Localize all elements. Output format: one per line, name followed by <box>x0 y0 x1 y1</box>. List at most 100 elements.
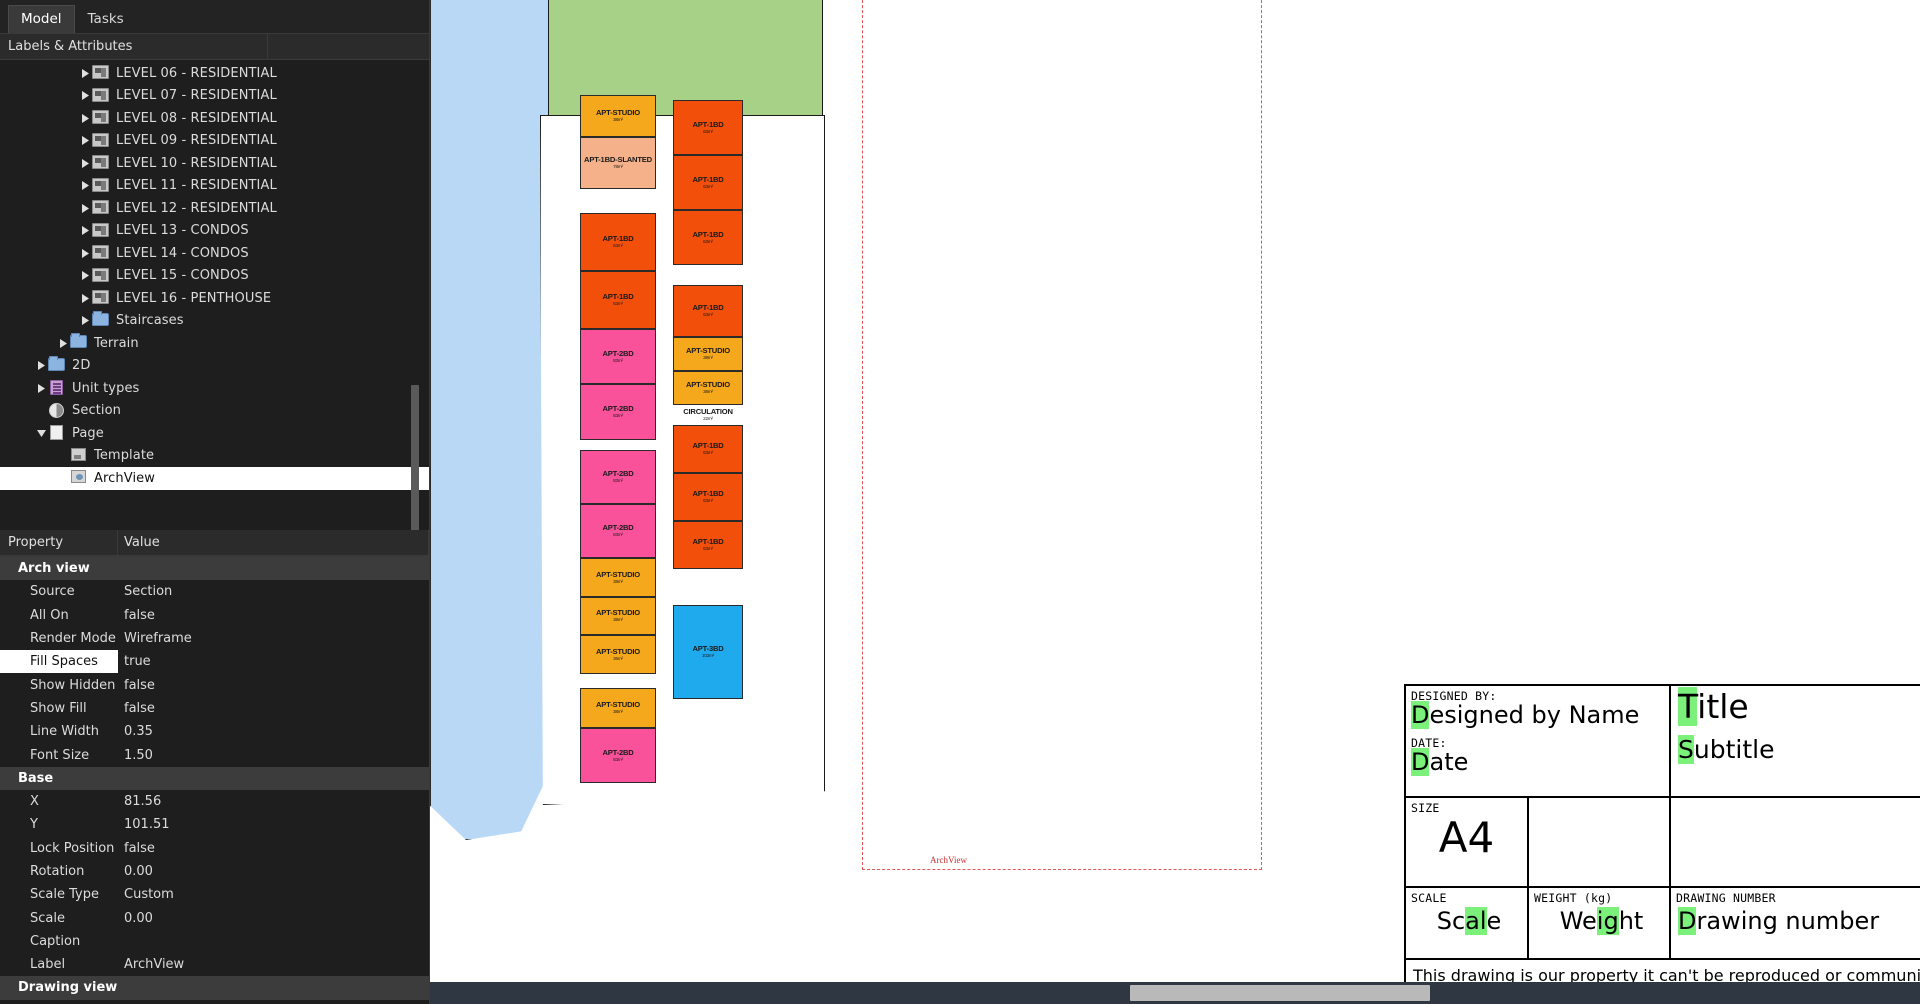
property-row[interactable]: Rotation 0.00 <box>0 860 429 883</box>
property-value[interactable]: 0.35 <box>118 724 429 739</box>
property-row[interactable]: Source Section <box>0 580 429 603</box>
property-row[interactable]: Editable Te...[] <box>0 1000 429 1004</box>
apartment-unit[interactable]: APT-1BD 63m² <box>580 271 656 329</box>
property-row[interactable]: Show Hidden false <box>0 673 429 696</box>
property-row[interactable]: Scale 0.00 <box>0 906 429 929</box>
chevron-right-icon[interactable] <box>34 377 48 399</box>
apartment-unit[interactable]: APT-1BD 63m² <box>673 473 743 521</box>
tree-item-level-07-residential[interactable]: LEVEL 07 - RESIDENTIAL <box>0 85 429 108</box>
apartment-unit[interactable]: APT-STUDIO 38m² <box>580 95 656 137</box>
weight-value[interactable]: Weight <box>1529 905 1669 935</box>
tree-item-level-11-residential[interactable]: LEVEL 11 - RESIDENTIAL <box>0 175 429 198</box>
property-value[interactable]: false <box>118 841 429 856</box>
designed-by-cell[interactable]: DESIGNED BY: Designed by Name DATE: Date <box>1406 686 1671 798</box>
property-row[interactable]: All On false <box>0 604 429 627</box>
scale-value[interactable]: Scale <box>1406 905 1527 935</box>
tree-scrollbar-thumb[interactable] <box>411 385 419 530</box>
chevron-right-icon[interactable] <box>78 85 92 107</box>
apartment-unit[interactable]: APT-1BD 63m² <box>580 213 656 271</box>
property-row[interactable]: Line Width 0.35 <box>0 720 429 743</box>
apartment-unit[interactable]: APT-1BD 63m² <box>673 285 743 337</box>
weight-cell[interactable]: WEIGHT (kg) Weight <box>1529 888 1671 960</box>
property-value[interactable]: 0.00 <box>118 864 429 879</box>
property-row[interactable]: X 81.56 <box>0 790 429 813</box>
tree-item-terrain[interactable]: Terrain <box>0 332 429 355</box>
tree-item-page[interactable]: Page <box>0 422 429 445</box>
chevron-right-icon[interactable] <box>78 152 92 174</box>
designed-by-value[interactable]: Designed by Name <box>1406 701 1669 729</box>
apartment-unit[interactable]: APT-2BD 83m² <box>580 450 656 504</box>
property-column-header-value[interactable]: Value <box>118 529 429 556</box>
chevron-right-icon[interactable] <box>78 62 92 84</box>
chevron-down-icon[interactable] <box>34 422 48 444</box>
apartment-unit[interactable]: APT-2BD 83m² <box>580 728 656 783</box>
chevron-right-icon[interactable] <box>78 287 92 309</box>
property-row[interactable]: Show Fill false <box>0 697 429 720</box>
chevron-right-icon[interactable] <box>78 107 92 129</box>
size-blank-cell-2[interactable] <box>1671 798 1920 888</box>
tree-item-staircases[interactable]: Staircases <box>0 310 429 333</box>
property-value[interactable]: 101.51 <box>118 817 429 832</box>
apartment-unit[interactable]: APT-STUDIO 38m² <box>580 688 656 728</box>
property-row[interactable]: Label ArchView <box>0 953 429 976</box>
tab-tasks[interactable]: Tasks <box>75 5 137 33</box>
tree-item-level-06-residential[interactable]: LEVEL 06 - RESIDENTIAL <box>0 62 429 85</box>
property-row[interactable]: Caption <box>0 930 429 953</box>
tree-item-level-08-residential[interactable]: LEVEL 08 - RESIDENTIAL <box>0 107 429 130</box>
property-row[interactable]: Drawing view <box>0 976 429 1000</box>
chevron-right-icon[interactable] <box>78 242 92 264</box>
date-value[interactable]: Date <box>1406 748 1669 777</box>
apartment-unit[interactable]: CIRCULATION 22m² <box>673 405 743 425</box>
property-value[interactable]: 1.50 <box>118 748 429 763</box>
size-blank-cell-1[interactable] <box>1529 798 1671 888</box>
property-row[interactable]: Lock Position false <box>0 837 429 860</box>
chevron-right-icon[interactable] <box>78 220 92 242</box>
chevron-right-icon[interactable] <box>78 175 92 197</box>
property-value[interactable]: false <box>118 608 429 623</box>
chevron-right-icon[interactable] <box>78 265 92 287</box>
apartment-unit[interactable]: APT-3BD 102m² <box>673 605 743 699</box>
tree-item-level-10-residential[interactable]: LEVEL 10 - RESIDENTIAL <box>0 152 429 175</box>
tree-column-header-labels[interactable]: Labels & Attributes <box>0 33 268 60</box>
property-value[interactable]: false <box>118 701 429 716</box>
apartment-unit[interactable]: APT-1BD-SLANTED 78m² <box>580 137 656 189</box>
property-value[interactable]: Custom <box>118 887 429 902</box>
chevron-right-icon[interactable] <box>56 332 70 354</box>
apartment-unit[interactable]: APT-1BD 63m² <box>673 100 743 155</box>
property-value[interactable]: ArchView <box>118 957 429 972</box>
size-cell[interactable]: SIZE A4 <box>1406 798 1529 888</box>
tree-item-level-15-condos[interactable]: LEVEL 15 - CONDOS <box>0 265 429 288</box>
apartment-unit[interactable]: APT-1BD 63m² <box>673 425 743 473</box>
property-row[interactable]: Base <box>0 766 429 790</box>
canvas-horizontal-scrollbar-thumb[interactable] <box>1130 985 1430 1001</box>
tab-model[interactable]: Model <box>8 5 75 33</box>
property-row[interactable]: Scale Type Custom <box>0 883 429 906</box>
apartment-unit[interactable]: APT-STUDIO 36m² <box>580 635 656 674</box>
property-row[interactable]: Y 101.51 <box>0 813 429 836</box>
apartment-unit[interactable]: APT-STUDIO 38m² <box>580 597 656 635</box>
apartment-unit[interactable]: APT-2BD 83m² <box>580 329 656 384</box>
apartment-unit[interactable]: APT-1BD 63m² <box>673 155 743 210</box>
apartment-unit[interactable]: APT-1BD 63m² <box>673 210 743 265</box>
title-cell[interactable]: Title Subtitle <box>1671 686 1920 798</box>
tree-item-archview[interactable]: ArchView <box>0 467 429 490</box>
apartment-unit[interactable]: APT-STUDIO 38m² <box>673 337 743 371</box>
drawing-page-canvas[interactable]: ArchView APT-STUDIO 38m² APT-1BD-SLANTED 78… <box>430 0 1920 1004</box>
canvas-horizontal-scrollbar[interactable] <box>430 982 1920 1004</box>
apartment-unit[interactable]: APT-STUDIO 38m² <box>673 371 743 405</box>
archview-bounding-box[interactable] <box>862 0 1262 870</box>
drawing-number-cell[interactable]: DRAWING NUMBER Drawing number <box>1671 888 1920 960</box>
chevron-right-icon[interactable] <box>78 197 92 219</box>
tree-item-unit-types[interactable]: Unit types <box>0 377 429 400</box>
tree-item-section[interactable]: Section <box>0 400 429 423</box>
drawing-number-value[interactable]: Drawing number <box>1671 905 1920 935</box>
property-value[interactable]: true <box>118 654 429 669</box>
property-value[interactable]: Section <box>118 584 429 599</box>
tree-item-level-16-penthouse[interactable]: LEVEL 16 - PENTHOUSE <box>0 287 429 310</box>
property-row[interactable]: Render Mode Wireframe <box>0 627 429 650</box>
tree-item-2d[interactable]: 2D <box>0 355 429 378</box>
property-row[interactable]: Font Size 1.50 <box>0 743 429 766</box>
apartment-unit[interactable]: APT-STUDIO 38m² <box>580 558 656 597</box>
tree-item-template[interactable]: Template <box>0 445 429 468</box>
apartment-unit[interactable]: APT-2BD 83m² <box>580 384 656 440</box>
